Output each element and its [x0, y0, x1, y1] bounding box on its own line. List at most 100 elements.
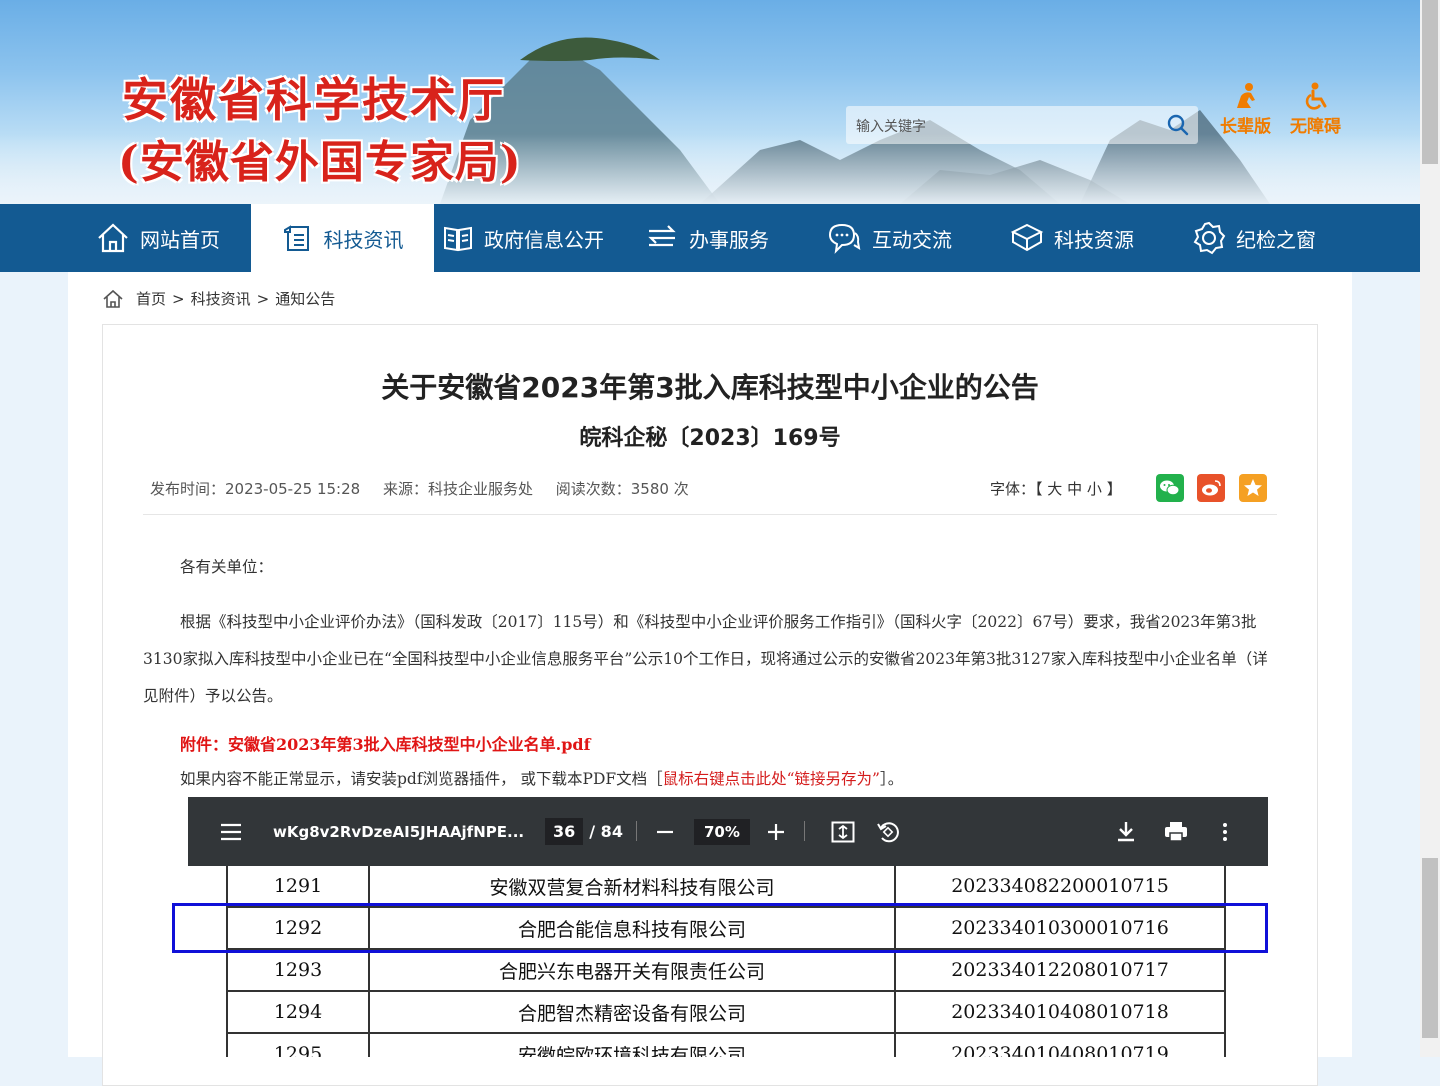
- salutation: 各有关单位：: [180, 558, 274, 576]
- pdf-page-input[interactable]: 36: [545, 818, 584, 845]
- nav-label: 互动交流: [872, 227, 952, 252]
- nav-label: 科技资讯: [323, 227, 404, 252]
- nav-item-home[interactable]: 网站首页: [96, 204, 220, 272]
- company-code: 202334010408010718: [894, 991, 1226, 1034]
- table-row: 1293 合肥兴东电器开关有限责任公司 202334012208010717: [226, 949, 1226, 992]
- print-button[interactable]: [1164, 797, 1188, 866]
- search-icon[interactable]: [1166, 113, 1190, 137]
- nav-label: 纪检之窗: [1236, 227, 1316, 252]
- cube-icon: [1010, 223, 1044, 252]
- document-number: 皖科企秘〔2023〕169号: [579, 426, 841, 451]
- font-size-label: 字体：【: [990, 480, 1043, 498]
- hint-prefix: 如果内容不能正常显示，请安装pdf浏览器插件， 或下载本PDF文档［: [180, 770, 663, 788]
- rotate-icon: [877, 821, 899, 842]
- home-icon: [98, 223, 128, 253]
- font-medium-button[interactable]: 中: [1067, 480, 1082, 498]
- pdf-page-indicator: 36 / 84: [545, 797, 623, 866]
- save-link[interactable]: 鼠标右键点击此处“链接另存为”: [663, 770, 880, 788]
- breadcrumb-home[interactable]: 首页: [136, 288, 166, 309]
- search-input[interactable]: [846, 106, 1158, 146]
- elder-mode-label: 长辈版: [1220, 117, 1271, 137]
- rotate-button[interactable]: [876, 797, 900, 866]
- company-name: 合肥兴东电器开关有限责任公司: [368, 949, 896, 992]
- star-icon: [1244, 479, 1262, 496]
- nav-label: 政府信息公开: [484, 227, 604, 252]
- accessibility-button[interactable]: 无障碍: [1290, 82, 1341, 137]
- nav-item-gov-info[interactable]: 政府信息公开: [442, 204, 604, 272]
- scrollbar-thumb-upper[interactable]: [1422, 0, 1438, 164]
- breadcrumb-news[interactable]: 科技资讯: [191, 288, 251, 309]
- download-icon: [1118, 821, 1134, 841]
- breadcrumb: 首页 > 科技资讯 > 通知公告: [102, 288, 341, 309]
- table-row: 1294 合肥智杰精密设备有限公司 202334010408010718: [226, 991, 1226, 1034]
- meta-divider: [143, 514, 1277, 515]
- font-size-end: 】: [1106, 480, 1122, 498]
- nav-item-services[interactable]: 办事服务: [645, 204, 769, 272]
- wechat-icon: [1160, 480, 1180, 496]
- book-icon: [444, 226, 472, 252]
- company-name: 合肥智杰精密设备有限公司: [368, 991, 896, 1034]
- pdf-total-pages: / 84: [589, 822, 623, 841]
- company-code: 202334010408010719: [894, 1033, 1226, 1057]
- nav-item-resources[interactable]: 科技资源: [1010, 204, 1134, 272]
- highlighted-row-box: [172, 903, 1268, 953]
- badge-icon: [1193, 221, 1226, 255]
- hint-suffix: ］。: [879, 770, 904, 788]
- menu-icon: [221, 823, 241, 840]
- company-name: 安徽皖欧环境科技有限公司: [368, 1033, 896, 1057]
- zoom-input[interactable]: 70%: [694, 818, 750, 845]
- site-title-line2: (安徽省外国专家局): [118, 137, 522, 188]
- read-count: 阅读次数：3580 次: [555, 480, 689, 498]
- nav-item-news[interactable]: 科技资讯: [251, 204, 434, 272]
- print-icon: [1165, 821, 1187, 842]
- article-title: 关于安徽省2023年第3批入库科技型中小企业的公告: [381, 371, 1039, 404]
- zoom-in-button[interactable]: [767, 797, 785, 866]
- font-large-button[interactable]: 大: [1047, 480, 1062, 498]
- font-size-control: 字体：【 大 中 小 】: [990, 478, 1122, 499]
- share-wechat-button[interactable]: [1156, 474, 1184, 502]
- elder-mode-button[interactable]: 长辈版: [1220, 82, 1271, 137]
- row-number: 1291: [226, 866, 370, 908]
- table-row: 1295 安徽皖欧环境科技有限公司 202334010408010719: [226, 1033, 1226, 1057]
- weibo-icon: [1202, 480, 1221, 496]
- share-weibo-button[interactable]: [1197, 474, 1225, 502]
- breadcrumb-separator: >: [256, 289, 270, 308]
- font-small-button[interactable]: 小: [1087, 480, 1102, 498]
- search-box: [846, 106, 1198, 146]
- accessibility-label: 无障碍: [1290, 117, 1341, 137]
- pdf-toolbar: wKg8v2RvDzeAI5JHAAjfNPE... 36 / 84 70%: [188, 797, 1268, 866]
- more-options-button[interactable]: [1222, 797, 1228, 866]
- nav-item-discipline[interactable]: 纪检之窗: [1192, 204, 1316, 272]
- minus-icon: [657, 830, 673, 833]
- nav-label: 网站首页: [140, 227, 220, 252]
- company-list-table: 1291 安徽双营复合新材料科技有限公司 202334082200010715 129…: [226, 866, 1226, 1057]
- home-icon[interactable]: [102, 289, 124, 309]
- zoom-out-button[interactable]: [656, 797, 674, 866]
- publish-time: 发布时间：2023-05-25 15:28: [150, 480, 361, 498]
- chat-bubble-icon: [828, 223, 861, 254]
- toolbar-separator: [636, 821, 637, 841]
- main-nav: 网站首页 科技资讯 政府信息公开 办事服务 互动交流 科技资源 纪检之窗: [0, 204, 1420, 272]
- more-vertical-icon: [1223, 822, 1227, 841]
- breadcrumb-notices[interactable]: 通知公告: [275, 288, 335, 309]
- article-paragraph: 根据《科技型中小企业评价办法》（国科发政〔2017〕115号）和《科技型中小企业…: [143, 613, 1268, 705]
- fit-page-button[interactable]: [831, 797, 855, 866]
- row-number: 1295: [226, 1033, 370, 1057]
- fit-page-icon: [831, 821, 855, 842]
- nav-label: 办事服务: [689, 227, 769, 252]
- attachment-link[interactable]: 附件：安徽省2023年第3批入库科技型中小企业名单.pdf: [180, 731, 591, 755]
- row-number: 1293: [226, 949, 370, 992]
- elder-person-icon: [1236, 83, 1255, 108]
- row-number: 1294: [226, 991, 370, 1034]
- table-row: 1291 安徽双营复合新材料科技有限公司 202334082200010715: [226, 866, 1226, 908]
- transfer-icon: [648, 225, 676, 247]
- company-code: 202334012208010717: [894, 949, 1226, 992]
- nav-item-interaction[interactable]: 互动交流: [826, 204, 952, 272]
- pdf-zoom-indicator: 70%: [694, 797, 750, 866]
- download-button[interactable]: [1116, 797, 1136, 866]
- company-name: 安徽双营复合新材料科技有限公司: [368, 866, 896, 908]
- scrollbar-thumb[interactable]: [1422, 858, 1438, 1038]
- company-code: 202334082200010715: [894, 866, 1226, 908]
- pdf-menu-button[interactable]: [220, 797, 242, 866]
- favorite-button[interactable]: [1239, 474, 1267, 502]
